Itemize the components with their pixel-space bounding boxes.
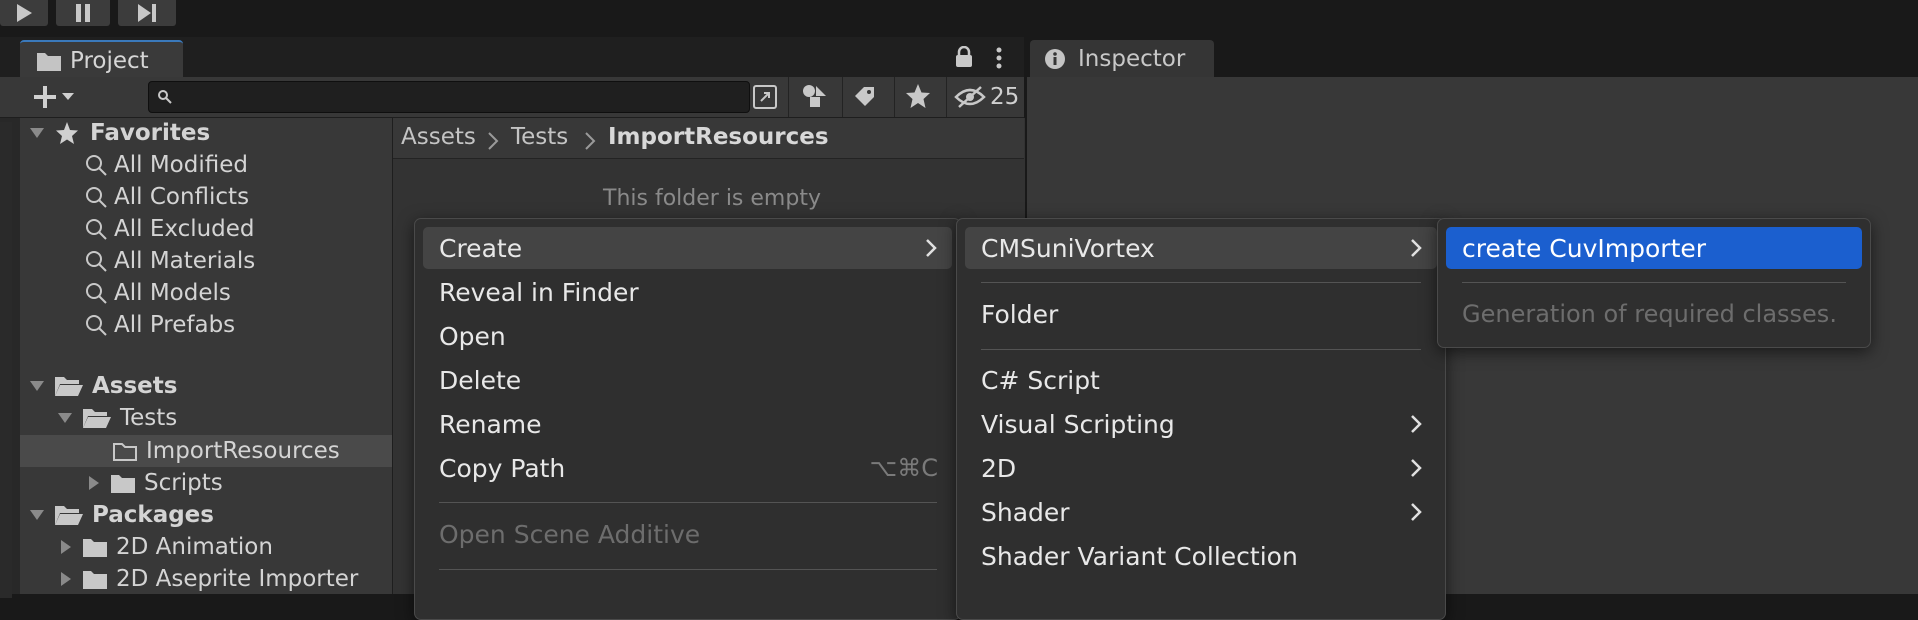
menu-item-shader-variant-collection[interactable]: Shader Variant Collection <box>965 535 1437 577</box>
step-icon <box>138 4 156 22</box>
menu-item-copy-path[interactable]: Copy Path ⌥⌘C <box>423 447 952 489</box>
step-button[interactable] <box>118 0 176 26</box>
menu-separator <box>981 349 1421 350</box>
folder-icon <box>111 475 135 493</box>
favorite-all-materials[interactable]: All Materials <box>84 245 255 277</box>
open-folder-icon <box>55 377 83 396</box>
open-folder-icon <box>55 506 83 525</box>
search-icon <box>86 283 107 304</box>
tree-import-resources[interactable]: ImportResources <box>112 435 340 467</box>
favorite-star-icon[interactable] <box>904 82 932 110</box>
menu-item-shader[interactable]: Shader <box>965 491 1437 533</box>
inspector-tab-label: Inspector <box>1078 45 1186 72</box>
breadcrumb-chevron-icon <box>488 132 499 150</box>
copy-path-shortcut: ⌥⌘C <box>869 454 938 482</box>
breadcrumb-chevron-icon <box>585 132 596 150</box>
search-icon <box>86 251 107 272</box>
favorite-all-prefabs[interactable]: All Prefabs <box>84 309 235 341</box>
search-icon <box>86 219 107 240</box>
play-button[interactable] <box>0 0 48 26</box>
menu-item-visual-scripting[interactable]: Visual Scripting <box>965 403 1437 445</box>
empty-folder-icon <box>113 443 137 461</box>
search-icon <box>86 187 107 208</box>
expand-arrow-icon <box>30 381 44 391</box>
kebab-menu-icon[interactable] <box>992 45 1006 71</box>
breadcrumb-tests[interactable]: Tests <box>511 124 568 150</box>
tree-tests[interactable]: Tests <box>56 402 177 434</box>
submenu-arrow-icon <box>1409 403 1423 445</box>
add-button[interactable] <box>30 82 86 112</box>
left-gutter <box>0 122 12 598</box>
submenu-arrow-icon <box>1409 447 1423 489</box>
play-icon <box>17 4 32 22</box>
menu-item-rename[interactable]: Rename <box>423 403 952 445</box>
submenu-arrow-icon <box>924 227 938 269</box>
tree-assets[interactable]: Assets <box>28 370 177 402</box>
folder-icon <box>37 52 61 71</box>
menu-item-delete[interactable]: Delete <box>423 359 952 401</box>
search-icon <box>86 315 107 336</box>
top-toolbar <box>0 0 1918 37</box>
menu-item-folder[interactable]: Folder <box>965 293 1437 335</box>
cmsunivortex-submenu: create CuvImporter Generation of require… <box>1437 218 1871 348</box>
menu-item-cmsunivortex[interactable]: CMSuniVortex <box>965 227 1437 269</box>
menu-item-open-scene-additive: Open Scene Additive <box>439 519 701 549</box>
expand-arrow-icon <box>30 510 44 520</box>
menu-item-description: Generation of required classes. <box>1462 300 1837 328</box>
folder-icon <box>83 539 107 557</box>
tree-scripts[interactable]: Scripts <box>84 467 223 499</box>
favorite-all-models[interactable]: All Models <box>84 277 231 309</box>
tab-project[interactable]: Project <box>20 40 183 79</box>
breadcrumb-assets[interactable]: Assets <box>401 124 476 150</box>
star-icon <box>56 122 78 144</box>
breadcrumb-current[interactable]: ImportResources <box>608 124 829 150</box>
expand-arrow-icon <box>30 128 44 138</box>
menu-separator <box>439 502 937 503</box>
tree-package-2d-aseprite[interactable]: 2D Aseprite Importer <box>56 563 358 595</box>
tree-package-2d-animation[interactable]: 2D Animation <box>56 531 273 563</box>
search-input[interactable] <box>148 81 750 113</box>
search-icon <box>86 155 107 176</box>
expand-arrow-icon <box>58 413 72 423</box>
favorite-all-modified[interactable]: All Modified <box>84 149 248 181</box>
favorite-all-conflicts[interactable]: All Conflicts <box>84 181 249 213</box>
pause-button[interactable] <box>56 0 110 26</box>
tree-favorites[interactable]: Favorites <box>28 117 210 149</box>
menu-separator <box>1462 282 1846 283</box>
empty-folder-message: This folder is empty <box>603 186 821 211</box>
filter-by-type-icon[interactable] <box>800 82 830 110</box>
collapsed-arrow-icon <box>61 540 71 554</box>
lock-icon[interactable] <box>954 46 974 68</box>
submenu-arrow-icon <box>1409 227 1423 269</box>
plus-dropdown-icon <box>34 86 74 108</box>
hidden-packages-count: 25 <box>990 84 1020 110</box>
menu-separator <box>439 569 937 570</box>
submenu-arrow-icon <box>1409 491 1423 533</box>
menu-item-create[interactable]: Create <box>423 227 952 269</box>
menu-item-csharp-script[interactable]: C# Script <box>965 359 1437 401</box>
create-submenu: CMSuniVortex Folder C# Script Visual Scr… <box>956 218 1446 620</box>
collapsed-arrow-icon <box>61 572 71 586</box>
menu-item-reveal-in-finder[interactable]: Reveal in Finder <box>423 271 952 313</box>
menu-item-create-cuvimporter[interactable]: create CuvImporter <box>1446 227 1862 269</box>
project-tab-label: Project <box>70 47 149 74</box>
menu-item-2d[interactable]: 2D <box>965 447 1437 489</box>
context-menu: Create Reveal in Finder Open Delete Rena… <box>414 218 961 620</box>
hidden-packages-icon[interactable] <box>954 84 986 110</box>
search-in-scene-icon[interactable] <box>752 84 778 110</box>
pause-icon <box>76 4 90 22</box>
menu-item-open[interactable]: Open <box>423 315 952 357</box>
collapsed-arrow-icon <box>89 476 99 490</box>
filter-by-label-icon[interactable] <box>852 84 878 110</box>
tab-inspector[interactable]: Inspector <box>1030 40 1214 77</box>
search-icon <box>158 90 172 104</box>
favorite-all-excluded[interactable]: All Excluded <box>84 213 255 245</box>
menu-separator <box>981 282 1421 283</box>
tree-packages[interactable]: Packages <box>28 499 214 531</box>
open-folder-icon <box>83 409 111 428</box>
info-icon <box>1045 48 1065 69</box>
folder-icon <box>83 571 107 589</box>
